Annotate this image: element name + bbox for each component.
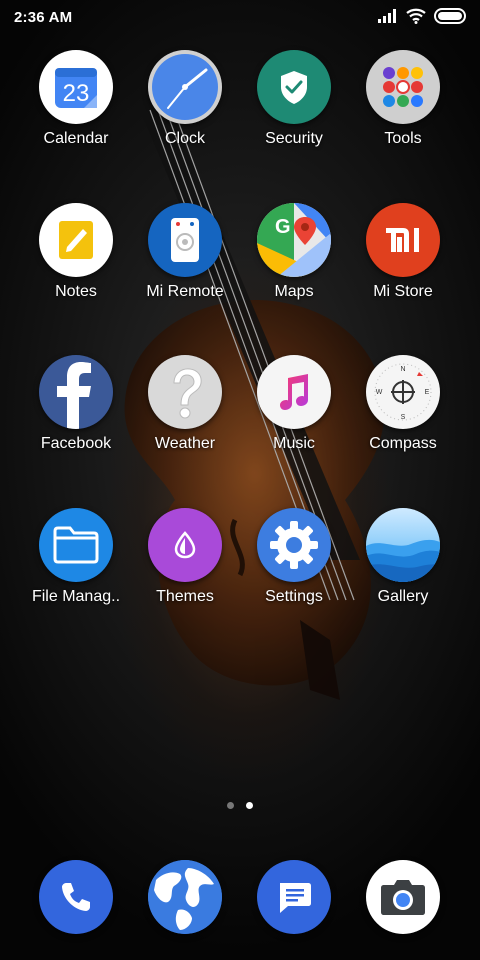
app-label: Music [273, 435, 315, 452]
app-label: Notes [55, 283, 97, 300]
app-label: Facebook [40, 435, 112, 452]
page-dot-2[interactable] [246, 802, 253, 809]
app-weather[interactable]: Weather [125, 355, 245, 453]
phone-icon [39, 860, 113, 934]
battery-icon [434, 8, 466, 24]
themes-icon [148, 508, 222, 582]
page-indicator [0, 802, 480, 809]
mi-icon [366, 203, 440, 277]
compass-icon: N E S W [366, 355, 440, 429]
svg-text:E: E [425, 389, 430, 396]
app-gallery[interactable]: Gallery [343, 508, 463, 606]
app-label: Mi Remote [146, 283, 224, 300]
wifi-icon [406, 8, 426, 24]
app-label: File Manag.. [31, 588, 121, 605]
dock-camera[interactable] [343, 860, 463, 934]
page-dot-1[interactable] [227, 802, 234, 809]
browser-icon [148, 860, 222, 934]
folder-icon [366, 50, 440, 124]
app-label: Security [265, 130, 323, 147]
svg-text:W: W [376, 389, 383, 396]
messages-icon [257, 860, 331, 934]
shield-icon [257, 50, 331, 124]
music-icon [257, 355, 331, 429]
dock-browser[interactable] [125, 860, 245, 934]
app-label: Weather [154, 435, 216, 452]
app-clock[interactable]: Clock [125, 50, 245, 148]
app-themes[interactable]: Themes [125, 508, 245, 606]
app-label: Settings [265, 588, 323, 605]
status-time: 2:36 AM [14, 9, 73, 26]
app-label: Gallery [377, 588, 429, 605]
app-label: Calendar [43, 130, 109, 147]
maps-icon: G [257, 203, 331, 277]
calendar-icon: 23 [39, 50, 113, 124]
app-label: Maps [274, 283, 314, 300]
dock-messages[interactable] [234, 860, 354, 934]
app-settings[interactable]: Settings [234, 508, 354, 606]
folder-icon [39, 508, 113, 582]
app-calendar[interactable]: 23 Calendar [16, 50, 136, 148]
app-label: Compass [369, 435, 437, 452]
app-label: Clock [164, 130, 205, 147]
app-notes[interactable]: Notes [16, 203, 136, 301]
svg-text:S: S [401, 414, 406, 421]
app-file-manager[interactable]: File Manag.. [16, 508, 136, 606]
gear-icon [257, 508, 331, 582]
remote-icon [148, 203, 222, 277]
app-compass[interactable]: N E S W Compass [343, 355, 463, 453]
app-facebook[interactable]: Facebook [16, 355, 136, 453]
question-icon [148, 355, 222, 429]
svg-text:G: G [275, 216, 291, 238]
app-maps[interactable]: G Maps [234, 203, 354, 301]
app-tools[interactable]: Tools [343, 50, 463, 148]
app-mi-store[interactable]: Mi Store [343, 203, 463, 301]
facebook-icon [39, 355, 113, 429]
app-security[interactable]: Security [234, 50, 354, 148]
app-music[interactable]: Music [234, 355, 354, 453]
svg-text:N: N [400, 366, 405, 373]
app-label: Themes [156, 588, 214, 605]
app-label: Tools [384, 130, 422, 147]
signal-icon [378, 9, 396, 23]
calendar-date: 23 [63, 80, 90, 107]
notes-icon [39, 203, 113, 277]
dock-phone[interactable] [16, 860, 136, 934]
gallery-icon [366, 508, 440, 582]
status-bar: 2:36 AM [0, 0, 480, 34]
clock-icon [148, 50, 222, 124]
app-mi-remote[interactable]: Mi Remote [125, 203, 245, 301]
camera-icon [366, 860, 440, 934]
app-label: Mi Store [373, 283, 433, 300]
